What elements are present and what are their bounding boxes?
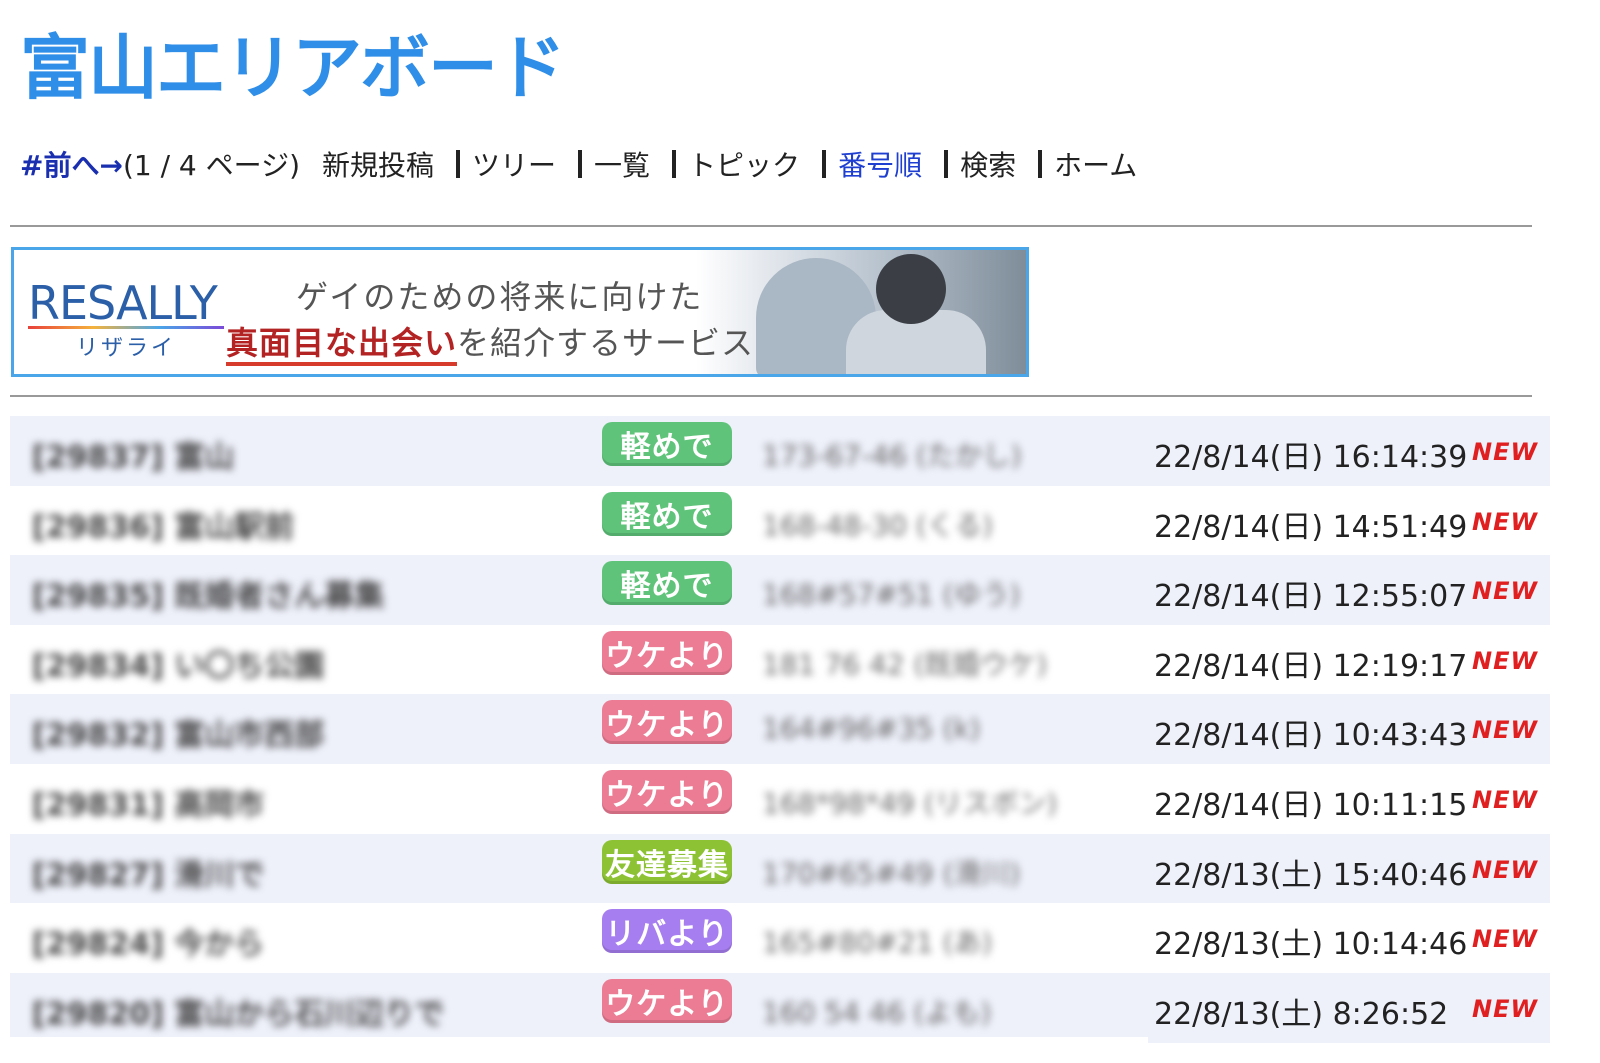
post-title-link[interactable]: [29820] 富山から石川辺りで	[32, 989, 444, 1033]
ad-banner[interactable]: RESALLY リザライ ゲイのための将来に向けた 真面目な出会いを紹介するサー…	[11, 247, 1029, 377]
post-date: 22/8/14(日) 16:14:39	[1154, 440, 1468, 475]
post-datetime-cell: 22/8/14(日) 12:19:17 NEW	[1148, 624, 1550, 695]
post-category-tag: ウケより	[602, 978, 732, 1023]
post-author-meta: 168#57#51 (ゆう)	[762, 578, 1021, 612]
post-date: 22/8/14(日) 12:55:07	[1154, 579, 1468, 615]
post-author-meta: 173-67-46 (たかし)	[762, 439, 1022, 472]
new-badge: NEW	[1472, 785, 1538, 814]
banner-brand-underline	[28, 326, 224, 329]
banner-brand-logo: RESALLY	[28, 276, 218, 330]
post-datetime-cell: 22/8/13(土) 10:14:46 NEW	[1148, 903, 1550, 974]
post-author-meta: 165#80#21 (あ)	[762, 926, 993, 960]
post-title-link[interactable]: [29837] 富山	[32, 432, 234, 476]
post-row[interactable]: [29824] 今から リバより 165#80#21 (あ) 22/8/13(土) 1…	[10, 903, 1550, 974]
nav-separator	[944, 150, 949, 178]
nav-list[interactable]: 一覧	[594, 144, 650, 184]
nav-bar: #前へ→ (1 / 4 ページ) 新規投稿 ツリー 一覧 トピック 番号順 検索…	[20, 144, 1137, 184]
post-title-link[interactable]: [29831] 高岡市	[32, 780, 264, 824]
post-list: [29837] 富山 軽めで 173-67-46 (たかし) 22/8/14(日) 1…	[10, 416, 1550, 1043]
post-row[interactable]: [29835] 既婚者さん募集 軽めで 168#57#51 (ゆう) 22/8/14(…	[10, 555, 1550, 626]
banner-tagline-rest: を紹介するサービス	[457, 324, 755, 362]
new-badge: NEW	[1472, 438, 1538, 466]
banner-highlight: 真面目な出会い	[226, 324, 458, 366]
post-title-link[interactable]: [29835] 既婚者さん募集	[32, 571, 384, 615]
post-author-meta: 168-48-30 (くる)	[762, 508, 994, 542]
post-category-tag: ウケより	[602, 769, 732, 814]
post-title-link[interactable]: [29836] 富山駅前	[32, 502, 294, 546]
post-date: 22/8/14(日) 10:43:43	[1154, 718, 1468, 754]
nav-search[interactable]: 検索	[960, 144, 1016, 184]
post-title-link[interactable]: [29834] い〇ち公園	[32, 641, 324, 685]
post-date: 22/8/14(日) 12:19:17	[1154, 648, 1468, 684]
new-badge: NEW	[1472, 925, 1538, 954]
post-date: 22/8/13(土) 8:26:52	[1154, 996, 1449, 1032]
nav-separator	[456, 150, 461, 178]
new-badge: NEW	[1472, 994, 1538, 1023]
post-title-link[interactable]: [29827] 滑川で	[32, 850, 264, 894]
new-badge: NEW	[1472, 577, 1538, 606]
post-datetime-cell: 22/8/14(日) 14:51:49 NEW	[1148, 485, 1550, 556]
nav-home[interactable]: ホーム	[1054, 144, 1137, 184]
new-badge: NEW	[1472, 855, 1538, 884]
post-category-tag: ウケより	[602, 700, 732, 745]
post-title-link[interactable]: [29824] 今から	[32, 919, 264, 963]
nav-number-order[interactable]: 番号順	[838, 144, 922, 184]
post-datetime-cell: 22/8/13(土) 8:26:52 NEW	[1148, 972, 1550, 1043]
post-author-meta: 170#65#49 (滑川)	[762, 856, 1021, 890]
post-author-meta: 168*98*49 (リスボン)	[762, 786, 1058, 820]
post-category-tag: ウケより	[602, 630, 732, 675]
post-row[interactable]: [29820] 富山から石川辺りで ウケより 160 54 46 (よも) 22/8/…	[10, 972, 1550, 1043]
banner-tagline-1: ゲイのための将来に向けた	[296, 278, 704, 316]
nav-separator	[822, 150, 827, 178]
post-date: 22/8/14(日) 14:51:49	[1154, 509, 1468, 545]
nav-tree[interactable]: ツリー	[472, 144, 556, 184]
post-datetime-cell: 22/8/13(土) 15:40:46 NEW	[1148, 833, 1550, 904]
prev-page-link[interactable]: #前へ→	[20, 144, 123, 184]
post-category-tag: 軽めで	[602, 561, 732, 606]
post-title-link[interactable]: [29832] 富山市西部	[32, 710, 324, 754]
banner-brand-sub: リザライ	[76, 336, 177, 361]
nav-separator	[578, 150, 583, 178]
divider	[10, 225, 1532, 227]
new-badge: NEW	[1472, 507, 1538, 536]
post-category-tag: リバより	[602, 909, 732, 954]
post-date: 22/8/13(土) 15:40:46	[1154, 857, 1468, 893]
post-datetime-cell: 22/8/14(日) 10:11:15 NEW	[1148, 763, 1550, 834]
post-author-meta: 164#96#35 (k)	[762, 712, 981, 746]
post-author-meta: 181 76 42 (既婚ウケ)	[762, 647, 1048, 681]
post-row[interactable]: [29834] い〇ち公園 ウケより 181 76 42 (既婚ウケ) 22/8/14…	[10, 624, 1550, 695]
post-date: 22/8/13(土) 10:14:46	[1154, 927, 1468, 963]
post-row[interactable]: [29827] 滑川で 友達募集 170#65#49 (滑川) 22/8/13(土) …	[10, 833, 1550, 904]
site-title: 富山エリアボード	[20, 27, 566, 109]
banner-tagline-2: 真面目な出会いを紹介するサービス	[226, 318, 755, 366]
post-author-meta: 160 54 46 (よも)	[762, 995, 992, 1029]
page-info: (1 / 4 ページ)	[122, 149, 300, 182]
post-row[interactable]: [29831] 高岡市 ウケより 168*98*49 (リスボン) 22/8/14(日…	[10, 763, 1550, 834]
nav-separator	[672, 150, 677, 178]
divider	[10, 395, 1532, 397]
post-category-tag: 友達募集	[602, 839, 732, 884]
nav-separator	[1038, 150, 1043, 178]
post-date: 22/8/14(日) 10:11:15	[1154, 787, 1468, 823]
post-row[interactable]: [29837] 富山 軽めで 173-67-46 (たかし) 22/8/14(日) 1…	[10, 416, 1550, 486]
post-category-tag: 軽めで	[602, 422, 732, 466]
nav-new-post[interactable]: 新規投稿	[322, 144, 434, 184]
post-datetime-cell: 22/8/14(日) 16:14:39 NEW	[1148, 416, 1550, 486]
post-datetime-cell: 22/8/14(日) 12:55:07 NEW	[1148, 555, 1550, 626]
post-row[interactable]: [29836] 富山駅前 軽めで 168-48-30 (くる) 22/8/14(日) …	[10, 485, 1550, 556]
post-row[interactable]: [29832] 富山市西部 ウケより 164#96#35 (k) 22/8/14(日)…	[10, 694, 1550, 765]
post-category-tag: 軽めで	[602, 491, 732, 536]
new-badge: NEW	[1472, 646, 1538, 675]
new-badge: NEW	[1472, 716, 1538, 745]
post-datetime-cell: 22/8/14(日) 10:43:43 NEW	[1148, 694, 1550, 765]
nav-topic[interactable]: トピック	[688, 144, 800, 184]
